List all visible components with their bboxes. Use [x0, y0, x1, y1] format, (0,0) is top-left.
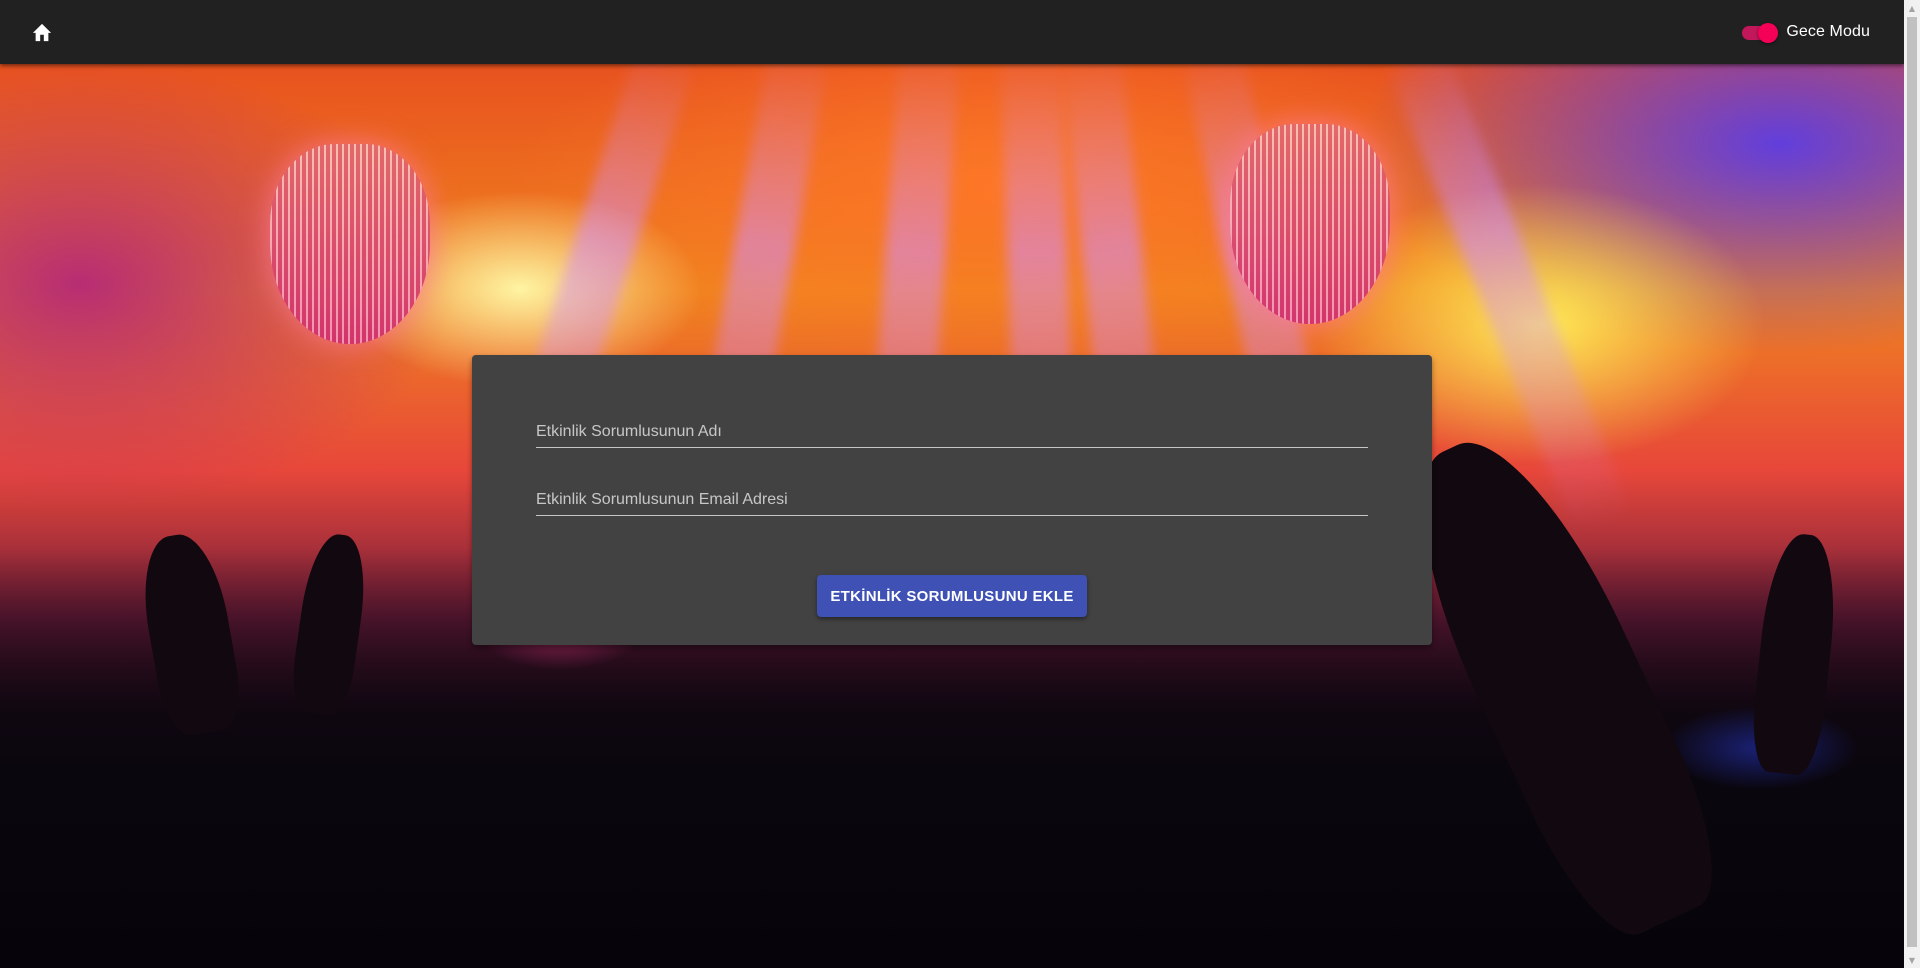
- scroll-up-arrow-icon[interactable]: ▲: [1904, 0, 1920, 16]
- home-button[interactable]: [26, 16, 58, 48]
- night-mode-toggle[interactable]: Gece Modu: [1740, 16, 1870, 48]
- night-mode-switch[interactable]: [1740, 16, 1779, 48]
- night-mode-label: Gece Modu: [1786, 23, 1870, 40]
- top-app-bar: Gece Modu: [0, 0, 1904, 64]
- home-icon: [32, 23, 52, 42]
- switch-thumb: [1758, 23, 1779, 43]
- scroll-thumb[interactable]: [1907, 17, 1917, 947]
- organizer-email-field[interactable]: [536, 485, 1368, 516]
- organizer-name-input[interactable]: [536, 417, 1368, 447]
- organizer-email-input[interactable]: [536, 485, 1368, 515]
- add-organizer-form: ETKİNLİK SORUMLUSUNU EKLE: [472, 355, 1432, 645]
- chandelier: [1230, 124, 1390, 324]
- page-scrollbar[interactable]: ▲ ▼: [1904, 0, 1920, 968]
- organizer-name-field[interactable]: [536, 417, 1368, 448]
- chandelier: [270, 144, 430, 344]
- scroll-down-arrow-icon[interactable]: ▼: [1904, 952, 1920, 968]
- add-organizer-button[interactable]: ETKİNLİK SORUMLUSUNU EKLE: [817, 575, 1087, 617]
